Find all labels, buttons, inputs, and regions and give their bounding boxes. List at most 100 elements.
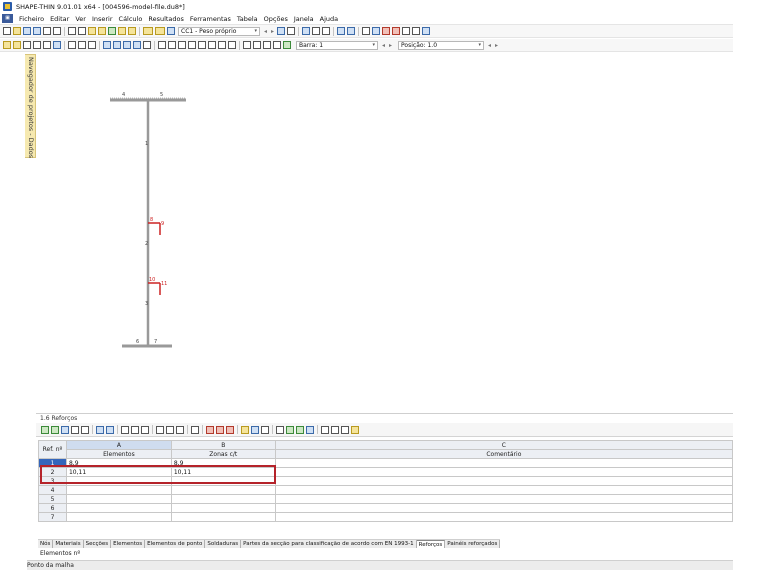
cell-comentario[interactable] (274, 494, 733, 504)
menu-opcoes[interactable]: Opções (261, 15, 291, 23)
tab-soldaduras[interactable]: Soldaduras (205, 540, 242, 548)
i-section-icon[interactable] (53, 41, 61, 49)
row-number[interactable]: 4 (38, 485, 67, 495)
next-arrow-icon[interactable]: ▸ (271, 28, 274, 35)
tab-elementos[interactable]: Elementos (111, 540, 146, 548)
snap-icon-6[interactable] (208, 41, 216, 49)
point-element-icon[interactable] (43, 41, 51, 49)
undo-icon[interactable] (68, 27, 76, 35)
graphics-select-icon[interactable] (276, 425, 284, 434)
previous-arrow-icon[interactable]: ◂ (382, 42, 385, 49)
menu-ferramentas[interactable]: Ferramentas (187, 15, 234, 23)
eraser-icon[interactable] (243, 41, 251, 49)
move-right-icon[interactable] (226, 425, 234, 434)
tab-partes-da-seccao[interactable]: Partes da secção para classificação de a… (241, 540, 417, 548)
menu-janela[interactable]: Janela (291, 15, 317, 23)
formula-icon[interactable] (321, 425, 329, 434)
select-icon[interactable] (3, 41, 11, 49)
next-arrow-icon[interactable]: ▸ (389, 42, 392, 49)
dlubal-logo-icon[interactable]: ▣ (2, 14, 13, 23)
columns-icon[interactable] (251, 425, 259, 434)
fx-icon[interactable] (331, 425, 339, 434)
cell-comentario[interactable] (274, 485, 733, 495)
search-icon[interactable] (98, 27, 106, 35)
cell-elementos[interactable] (65, 503, 172, 513)
cell-zonas[interactable] (170, 485, 276, 495)
load-case-select[interactable]: CC1 - Peso próprio ▾ (178, 26, 260, 36)
bar-select[interactable]: Barra: 1 ▾ (296, 40, 378, 50)
check-icon[interactable] (286, 425, 294, 434)
row-number[interactable]: 6 (38, 503, 67, 513)
calculate-icon[interactable] (108, 27, 116, 35)
table-view-icon[interactable] (143, 27, 153, 35)
copy-icon[interactable] (131, 425, 139, 434)
snap-icon-3[interactable] (178, 41, 186, 49)
tab-elementos-de-ponto[interactable]: Elementos de ponto (145, 540, 206, 548)
tab-nos[interactable]: Nós (38, 540, 54, 548)
open-file-icon[interactable] (13, 27, 21, 35)
tab-reforcos[interactable]: Reforços (416, 540, 446, 548)
cell-comentario[interactable] (274, 467, 733, 477)
delete-icon[interactable] (392, 27, 401, 35)
menu-calculo[interactable]: Cálculo (116, 15, 146, 23)
project-navigator-tab[interactable]: Navegador de projetos - Dados (25, 54, 36, 158)
pointer-icon[interactable] (362, 27, 371, 35)
section-icon[interactable] (337, 27, 346, 35)
bracket-icon[interactable] (81, 425, 89, 434)
save-all-icon[interactable] (33, 27, 41, 35)
units-icon[interactable] (306, 425, 314, 434)
menu-tabela[interactable]: Tabela (234, 15, 261, 23)
next-arrow-icon[interactable]: ▸ (495, 42, 498, 49)
grid-icon[interactable] (88, 41, 96, 49)
comment-icon[interactable] (78, 41, 86, 49)
snap-icon-2[interactable] (168, 41, 176, 49)
help-icon[interactable] (422, 27, 431, 35)
cell-zonas[interactable] (170, 512, 276, 522)
view-y-icon[interactable] (123, 41, 131, 49)
insert-row-icon[interactable] (96, 425, 104, 434)
table-icon[interactable] (61, 425, 69, 434)
previous-arrow-icon[interactable]: ◂ (488, 42, 491, 49)
cell-elementos[interactable] (65, 485, 172, 495)
tab-materiais[interactable]: Materiais (53, 540, 84, 548)
snap-icon-1[interactable] (158, 41, 166, 49)
snap-icon-7[interactable] (218, 41, 226, 49)
menu-ajuda[interactable]: Ajuda (317, 15, 341, 23)
bracket-icon[interactable] (273, 41, 281, 49)
excel-export-icon[interactable] (41, 425, 49, 434)
cell-zonas[interactable] (170, 503, 276, 513)
filter-icon[interactable] (347, 27, 356, 35)
mirror-icon[interactable] (253, 41, 261, 49)
excel-import-icon[interactable] (51, 425, 59, 434)
graphics-view-icon[interactable] (155, 27, 165, 35)
view-iso-icon[interactable] (103, 41, 111, 49)
sort-asc-icon[interactable] (156, 425, 164, 434)
delete-icon[interactable] (206, 425, 214, 434)
percent-icon[interactable] (341, 425, 349, 434)
cell-comentario[interactable] (274, 476, 733, 486)
snap-icon-5[interactable] (198, 41, 206, 49)
column-letter-a[interactable]: A (65, 440, 172, 450)
node-icon[interactable] (23, 41, 31, 49)
cell-elementos[interactable] (65, 512, 172, 522)
snap-icon-4[interactable] (188, 41, 196, 49)
cell-comentario[interactable] (274, 512, 733, 522)
print-table-icon[interactable] (261, 425, 269, 434)
column-letter-b[interactable]: B (170, 440, 276, 450)
cell-zonas[interactable] (170, 494, 276, 504)
edit-icon[interactable] (88, 27, 96, 35)
graphics-canvas[interactable]: 4 5 6 7 8 9 10 11 1 2 3 (36, 53, 733, 412)
position-select[interactable]: Posição: 1.0 ▾ (398, 40, 485, 50)
row-number[interactable]: 5 (38, 494, 67, 504)
support-icon[interactable] (322, 27, 331, 35)
sort-desc-icon[interactable] (166, 425, 174, 434)
print-icon[interactable] (43, 27, 51, 35)
centroid-icon[interactable] (143, 41, 151, 49)
filter-table-icon[interactable] (71, 425, 79, 434)
redo-icon[interactable] (78, 27, 86, 35)
tab-paineis-reforcados[interactable]: Painéis reforçados (445, 540, 501, 548)
cell-comentario[interactable] (274, 503, 733, 513)
snap-icon-8[interactable] (228, 41, 236, 49)
settings-icon[interactable] (402, 27, 411, 35)
result-values-icon[interactable] (287, 27, 296, 35)
